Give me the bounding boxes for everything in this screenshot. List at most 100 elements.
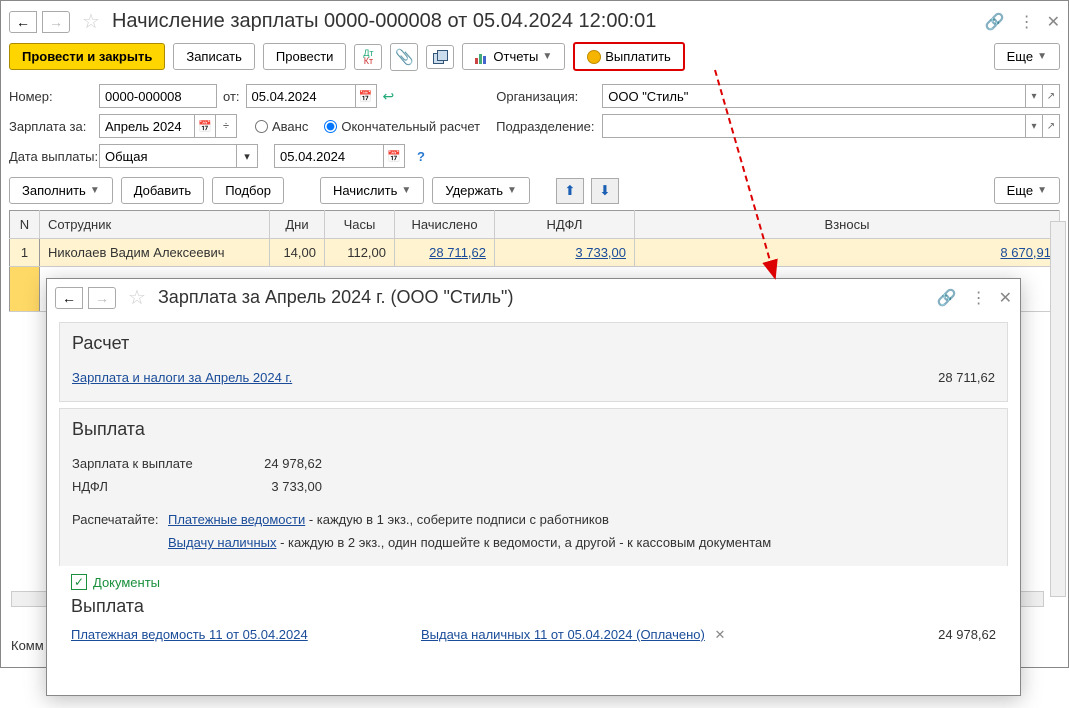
number-label: Номер: — [9, 89, 93, 104]
docs-payout-header: Выплата — [59, 596, 1008, 621]
favorite-star-icon[interactable]: ☆ — [82, 9, 100, 34]
paytype-dropdown-icon[interactable]: ▾ — [236, 144, 258, 168]
dtkt-button[interactable]: ДтКт — [354, 44, 382, 70]
docs-toggle[interactable]: ✓ Документы — [59, 568, 1008, 596]
dept-open-icon[interactable]: ↗ — [1042, 114, 1060, 138]
more-menu-icon[interactable]: ⋮ — [1019, 12, 1033, 32]
dept-dropdown-icon[interactable]: ▾ — [1025, 114, 1043, 138]
paytype-input[interactable] — [99, 144, 237, 168]
withhold-button[interactable]: Удержать ▼ — [432, 177, 530, 204]
calendar-icon[interactable]: 📅 — [194, 114, 216, 138]
fill-button[interactable]: Заполнить ▼ — [9, 177, 113, 204]
print-link-1[interactable]: Платежные ведомости — [168, 512, 305, 527]
modal-nav-back-button[interactable]: ← — [55, 287, 83, 309]
org-input[interactable] — [602, 84, 1026, 108]
final-radio[interactable]: Окончательный расчет — [324, 119, 480, 134]
chart-icon — [475, 50, 489, 64]
table-more-button[interactable]: Еще ▼ — [994, 177, 1060, 204]
col-contrib[interactable]: Взносы — [635, 211, 1060, 239]
doc2-remove-icon[interactable]: ✕ — [715, 627, 726, 642]
org-dropdown-icon[interactable]: ▾ — [1025, 84, 1043, 108]
modal-nav-forward-button[interactable]: → — [88, 287, 116, 309]
cell-hours: 112,00 — [325, 239, 395, 267]
docs-section: ✓ Документы Выплата Платежная ведомость … — [59, 568, 1008, 649]
payout-section: Выплата Зарплата к выплате 24 978,62 НДФ… — [59, 408, 1008, 566]
col-employee[interactable]: Сотрудник — [40, 211, 270, 239]
related-button[interactable] — [426, 45, 454, 69]
link-icon[interactable]: 🔗 — [985, 12, 1005, 32]
paydate-label: Дата выплаты: — [9, 149, 93, 164]
modal-more-icon[interactable]: ⋮ — [971, 288, 985, 308]
post-and-close-button[interactable]: Провести и закрыть — [9, 43, 165, 70]
accrue-button[interactable]: Начислить ▼ — [320, 177, 424, 204]
add-button[interactable]: Добавить — [121, 177, 204, 204]
payout-modal: ← → ☆ Зарплата за Апрель 2024 г. (ООО "С… — [46, 278, 1021, 696]
topay-label: Зарплата к выплате — [72, 456, 222, 471]
dept-input[interactable] — [602, 114, 1026, 138]
cell-days: 14,00 — [270, 239, 325, 267]
pick-button[interactable]: Подбор — [212, 177, 284, 204]
col-n[interactable]: N — [10, 211, 40, 239]
cell-ndfl[interactable]: 3 733,00 — [495, 239, 635, 267]
dept-label: Подразделение: — [496, 119, 596, 134]
org-open-icon[interactable]: ↗ — [1042, 84, 1060, 108]
nav-back-button[interactable]: ← — [9, 11, 37, 33]
posted-icon[interactable]: ↩ — [383, 88, 395, 105]
table-row[interactable]: 1 Николаев Вадим Алексеевич 14,00 112,00… — [10, 239, 1060, 267]
form-row-1: Номер: от: 📅 ↩ Организация: ▾ ↗ — [1, 81, 1068, 111]
modal-star-icon[interactable]: ☆ — [128, 285, 146, 310]
stepper-icon[interactable]: ÷ — [215, 114, 237, 138]
modal-title: Зарплата за Апрель 2024 г. (ООО "Стиль") — [158, 287, 931, 308]
table-scrollbar[interactable] — [1050, 221, 1066, 597]
number-input[interactable] — [99, 84, 217, 108]
calc-link[interactable]: Зарплата и налоги за Апрель 2024 г. — [72, 370, 292, 385]
squares-icon — [433, 50, 447, 64]
attach-button[interactable]: 📎 — [390, 43, 418, 71]
salary-month-input[interactable] — [99, 114, 195, 138]
ndfl-label: НДФЛ — [72, 479, 222, 494]
date-input[interactable] — [246, 84, 356, 108]
col-accrued[interactable]: Начислено — [395, 211, 495, 239]
modal-link-icon[interactable]: 🔗 — [937, 288, 957, 308]
print-link-2[interactable]: Выдачу наличных — [168, 535, 276, 550]
col-days[interactable]: Дни — [270, 211, 325, 239]
table-toolbar: Заполнить ▼ Добавить Подбор Начислить ▼ … — [1, 171, 1068, 210]
move-down-button[interactable]: ⬇ — [591, 178, 619, 204]
doc2-link[interactable]: Выдача наличных 11 от 05.04.2024 (Оплаче… — [421, 627, 705, 642]
calc-sum: 28 711,62 — [292, 370, 995, 385]
modal-close-icon[interactable]: ✕ — [999, 288, 1012, 308]
ndfl-value: 3 733,00 — [222, 479, 322, 494]
window-title: Начисление зарплаты 0000-000008 от 05.04… — [112, 10, 979, 33]
form-row-2: Зарплата за: 📅 ÷ Аванс Окончательный рас… — [1, 111, 1068, 141]
main-toolbar: Провести и закрыть Записать Провести ДтК… — [1, 38, 1068, 81]
comment-row: Комм — [11, 638, 44, 653]
help-icon[interactable]: ? — [417, 149, 425, 164]
advance-radio[interactable]: Аванс — [255, 119, 308, 134]
nav-forward-button[interactable]: → — [42, 11, 70, 33]
cell-contrib[interactable]: 8 670,91 — [635, 239, 1060, 267]
post-button[interactable]: Провести — [263, 43, 347, 70]
salary-for-label: Зарплата за: — [9, 119, 93, 134]
print-label: Распечатайте: — [72, 512, 168, 527]
doc1-link[interactable]: Платежная ведомость 11 от 05.04.2024 — [71, 627, 308, 642]
col-hours[interactable]: Часы — [325, 211, 395, 239]
paydate-input[interactable] — [274, 144, 384, 168]
col-ndfl[interactable]: НДФЛ — [495, 211, 635, 239]
cell-employee: Николаев Вадим Алексеевич — [40, 239, 270, 267]
more-button[interactable]: Еще ▼ — [994, 43, 1060, 70]
topay-value: 24 978,62 — [222, 456, 322, 471]
calendar-icon[interactable]: 📅 — [355, 84, 377, 108]
save-button[interactable]: Записать — [173, 43, 255, 70]
pay-button[interactable]: Выплатить — [573, 42, 685, 71]
close-icon[interactable]: ✕ — [1047, 12, 1060, 32]
cell-accrued[interactable]: 28 711,62 — [395, 239, 495, 267]
date-label: от: — [223, 89, 240, 104]
move-up-button[interactable]: ⬆ — [556, 178, 584, 204]
calc-section: Расчет Зарплата и налоги за Апрель 2024 … — [59, 322, 1008, 402]
form-row-3: Дата выплаты: ▾ 📅 ? — [1, 141, 1068, 171]
calendar-icon[interactable]: 📅 — [383, 144, 405, 168]
reports-button[interactable]: Отчеты ▼ — [462, 43, 565, 70]
docs-sum: 24 978,62 — [846, 627, 996, 643]
coin-icon — [587, 50, 601, 64]
cell-n: 1 — [10, 239, 40, 267]
